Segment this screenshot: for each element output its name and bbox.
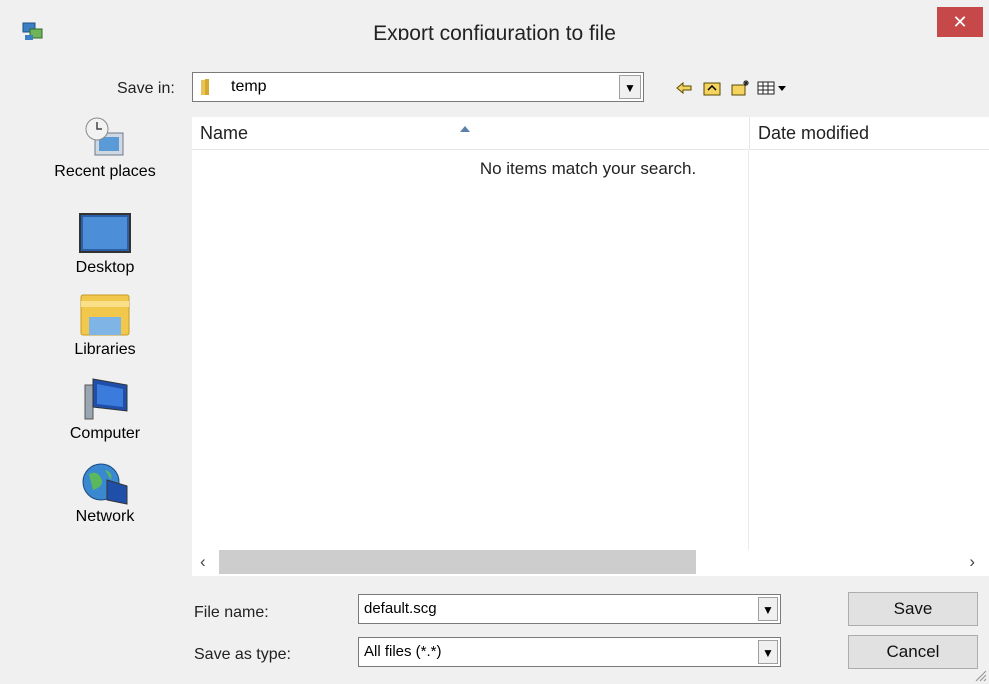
empty-message: No items match your search. [479,159,697,178]
computer-icon [79,377,131,423]
toolbar [672,77,790,99]
column-divider [748,150,749,553]
file-name-dropdown-button[interactable]: ▼ [758,597,778,621]
places-bar: Recent places Desktop Libraries Computer… [22,115,188,535]
title-bar: Export configuration to file ✕ [0,0,989,45]
scroll-right-icon[interactable]: › [969,552,975,572]
place-label: Desktop [75,259,135,276]
network-icon [79,460,131,506]
save-as-type-label: Save as type: [194,646,291,663]
back-icon[interactable] [672,77,696,99]
file-name-combobox[interactable]: default.scg ▼ [358,594,781,624]
desktop-icon [79,211,131,257]
save-in-label: Save in: [117,80,175,97]
save-in-combobox[interactable]: temp ▼ [192,72,644,102]
sort-ascending-icon [460,119,470,132]
recent-places-icon [79,115,131,161]
cancel-button[interactable]: Cancel [848,635,978,669]
scroll-left-icon[interactable]: ‹ [200,552,206,572]
new-folder-icon[interactable] [728,77,752,99]
place-label: Recent places [54,163,156,180]
place-label: Libraries [74,341,136,358]
save-button[interactable]: Save [848,592,978,626]
file-name-label: File name: [194,604,269,621]
place-computer[interactable]: Computer [22,377,188,443]
place-label: Computer [69,425,141,442]
save-in-dropdown-button[interactable]: ▼ [619,75,641,99]
column-header-name[interactable]: Name [192,117,748,150]
save-as-type-value: All files (*.*) [364,643,442,660]
folder-icon [199,78,217,96]
scrollbar-thumb[interactable] [219,550,696,574]
close-button[interactable]: ✕ [937,7,983,37]
file-name-value: default.scg [364,600,437,617]
place-recent-places[interactable]: Recent places [22,115,188,181]
up-folder-icon[interactable] [700,77,724,99]
save-as-type-combobox[interactable]: All files (*.*) ▼ [358,637,781,667]
file-list[interactable]: Name Date modified No items match your s… [192,117,989,553]
view-menu-icon[interactable] [756,77,790,99]
resize-grip-icon[interactable] [973,668,987,682]
place-network[interactable]: Network [22,460,188,526]
place-desktop[interactable]: Desktop [22,211,188,277]
column-header-date-modified[interactable]: Date modified [749,117,989,150]
save-as-type-dropdown-button[interactable]: ▼ [758,640,778,664]
save-in-value: temp [231,78,267,95]
place-label: Network [75,508,135,525]
libraries-icon [79,293,131,339]
place-libraries[interactable]: Libraries [22,293,188,359]
horizontal-scrollbar[interactable]: ‹ › [192,550,989,576]
save-dialog: Save in: temp ▼ Recent places Desktop Li… [0,40,989,684]
